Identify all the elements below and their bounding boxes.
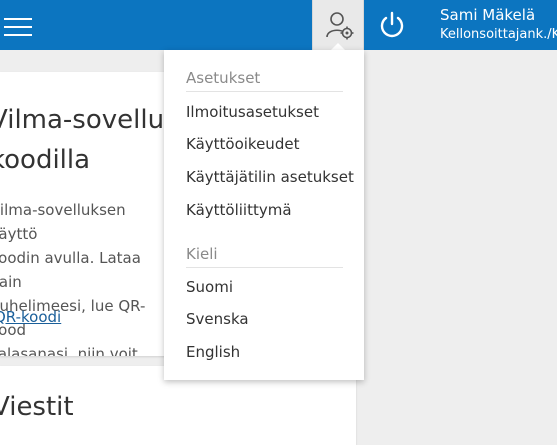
menu-item-notification-settings[interactable]: Ilmoitusasetukset <box>186 103 319 121</box>
messages-title: Viestit <box>0 392 74 422</box>
card-title-line: Vilma-sovellus <box>0 105 178 135</box>
settings-dropdown: Asetukset Ilmoitusasetukset Käyttöoikeud… <box>164 50 364 380</box>
qr-code-link[interactable]: QR-koodi <box>0 308 61 326</box>
card-body-line: koodin avulla. Lataa vain <box>0 249 141 291</box>
top-bar: Sami Mäkelä Kellonsoittajank./Kl <box>0 0 557 50</box>
user-name: Sami Mäkelä <box>440 6 536 24</box>
card-body-line: Vilma-sovelluksen käyttö <box>0 201 126 243</box>
user-info[interactable]: Sami Mäkelä Kellonsoittajank./Kl <box>440 5 557 45</box>
card-body-line: salasanasi, niin voit aloit <box>0 345 138 356</box>
menu-item-account-settings[interactable]: Käyttäjätilin asetukset <box>186 168 354 186</box>
settings-heading: Asetukset <box>186 69 343 92</box>
menu-item-permissions[interactable]: Käyttöoikeudet <box>186 135 299 153</box>
menu-icon[interactable] <box>4 12 32 38</box>
dropdown-caret <box>331 43 345 50</box>
language-heading: Kieli <box>186 245 343 268</box>
card-body: Vilma-sovelluksen käyttö koodin avulla. … <box>0 198 166 356</box>
card-title: Vilma-sovellus koodilla <box>0 100 180 180</box>
menu-item-language-english[interactable]: English <box>186 343 240 361</box>
logout-button[interactable] <box>364 0 422 50</box>
user-settings-icon <box>326 12 354 40</box>
card-title-line: koodilla <box>0 145 91 175</box>
power-icon <box>380 11 404 38</box>
menu-item-language-suomi[interactable]: Suomi <box>186 278 233 296</box>
menu-item-user-interface[interactable]: Käyttöliittymä <box>186 201 292 219</box>
menu-item-language-svenska[interactable]: Svenska <box>186 310 249 328</box>
user-role: Kellonsoittajank./Kl <box>440 27 557 42</box>
